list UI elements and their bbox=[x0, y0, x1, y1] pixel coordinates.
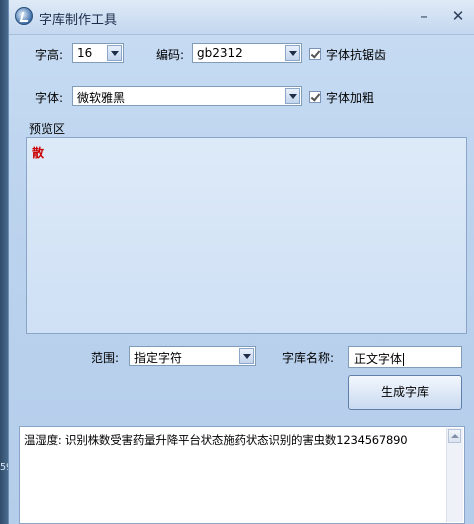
font-size-label: 字高: bbox=[35, 48, 64, 62]
library-name-input[interactable]: 正文字体 bbox=[348, 346, 462, 368]
app-icon bbox=[15, 7, 33, 25]
log-scrollbar[interactable] bbox=[446, 428, 463, 522]
text-caret bbox=[403, 353, 405, 366]
preview-label: 预览区 bbox=[29, 122, 66, 136]
encoding-label: 编码: bbox=[156, 48, 185, 62]
encoding-value: gb2312 bbox=[197, 46, 243, 60]
bold-checkbox[interactable] bbox=[309, 91, 321, 103]
background-window-edge: 59 bbox=[0, 0, 12, 524]
minimize-button[interactable]: – bbox=[411, 6, 437, 26]
font-label: 字体: bbox=[35, 91, 64, 105]
chevron-down-icon[interactable] bbox=[107, 45, 122, 61]
chevron-down-icon[interactable] bbox=[285, 45, 300, 61]
range-value: 指定字符 bbox=[134, 351, 183, 365]
close-button[interactable]: ✕ bbox=[445, 6, 471, 26]
font-combo[interactable]: 微软雅黑 bbox=[72, 86, 302, 106]
font-size-value: 16 bbox=[77, 46, 93, 60]
range-label: 范围: bbox=[91, 351, 120, 365]
title-bar[interactable]: 字库制作工具 – ✕ bbox=[9, 0, 474, 35]
preview-glyph: 散 bbox=[32, 146, 45, 160]
antialias-label[interactable]: 字体抗锯齿 bbox=[326, 46, 386, 63]
font-tool-window: 字库制作工具 – ✕ 字高: 16 编码: gb2312 字体抗锯齿 字体: 微… bbox=[8, 0, 474, 524]
scroll-up-icon[interactable] bbox=[448, 429, 461, 443]
antialias-checkbox[interactable] bbox=[309, 48, 321, 60]
log-textarea[interactable]: 温湿度: 识别株数受害药量升降平台状态施药状态识别的害虫数1234567890 bbox=[19, 426, 465, 524]
window-title: 字库制作工具 bbox=[39, 13, 118, 28]
library-name-value: 正文字体 bbox=[354, 352, 403, 366]
bold-label[interactable]: 字体加粗 bbox=[326, 89, 374, 106]
preview-area: 散 bbox=[26, 137, 467, 334]
chevron-down-icon[interactable] bbox=[285, 88, 300, 104]
font-value: 微软雅黑 bbox=[77, 91, 126, 105]
generate-library-button[interactable]: 生成字库 bbox=[348, 375, 462, 410]
range-combo[interactable]: 指定字符 bbox=[129, 346, 256, 366]
chevron-down-icon[interactable] bbox=[239, 348, 254, 364]
log-text: 温湿度: 识别株数受害药量升降平台状态施药状态识别的害虫数1234567890 bbox=[24, 433, 408, 447]
library-name-label: 字库名称: bbox=[282, 351, 335, 365]
font-size-combo[interactable]: 16 bbox=[72, 43, 124, 63]
encoding-combo[interactable]: gb2312 bbox=[192, 43, 302, 63]
